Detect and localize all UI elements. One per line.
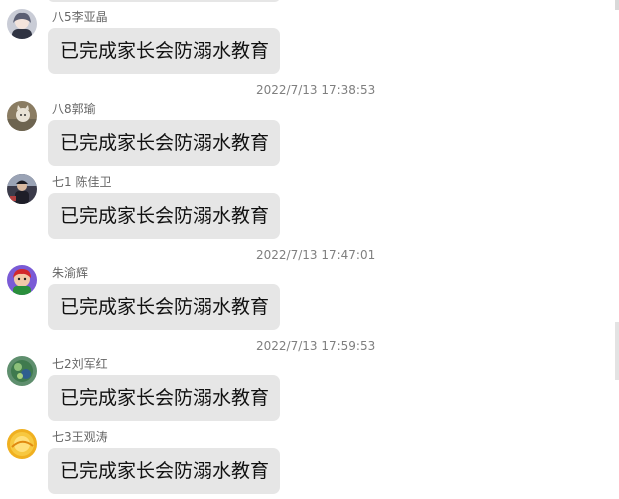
message-text: 已完成家长会防溺水教育 bbox=[60, 387, 270, 409]
message-bubble[interactable]: 已完成家长会防溺水教育 bbox=[48, 193, 280, 239]
timestamp: 2022/7/13 17:47:01 bbox=[256, 248, 376, 262]
landscape-avatar[interactable] bbox=[7, 356, 37, 386]
anime-girl-avatar[interactable] bbox=[7, 9, 37, 39]
sender-name: 七1 陈佳卫 bbox=[52, 175, 112, 189]
timestamp: 2022/7/13 17:38:53 bbox=[256, 83, 376, 97]
message-bubble[interactable]: 已完成家长会防溺水教育 bbox=[48, 375, 280, 421]
sender-name: 朱渝辉 bbox=[52, 266, 89, 280]
message-text: 已完成家长会防溺水教育 bbox=[60, 40, 270, 62]
message-text: 已完成家长会防溺水教育 bbox=[60, 132, 270, 154]
sender-name: 七2刘军红 bbox=[52, 357, 108, 371]
chat-message-list[interactable]: 八5李亚晶 已完成家长会防溺水教育 2022/7/13 17:38:53 八8郭… bbox=[0, 0, 619, 499]
message-text: 已完成家长会防溺水教育 bbox=[60, 460, 270, 482]
sender-name: 八8郭瑜 bbox=[52, 102, 96, 116]
message-text: 已完成家长会防溺水教育 bbox=[60, 296, 270, 318]
scrollbar-thumb[interactable] bbox=[615, 322, 619, 380]
message-bubble[interactable]: 已完成家长会防溺水教育 bbox=[48, 120, 280, 166]
scrollbar-indicator[interactable] bbox=[615, 0, 619, 10]
sender-name: 八5李亚晶 bbox=[52, 10, 108, 24]
cartoon-character-avatar[interactable] bbox=[7, 265, 37, 295]
person-photo-avatar[interactable] bbox=[7, 174, 37, 204]
cat-photo-avatar[interactable] bbox=[7, 101, 37, 131]
message-bubble[interactable]: 已完成家长会防溺水教育 bbox=[48, 448, 280, 494]
message-text: 已完成家长会防溺水教育 bbox=[60, 205, 270, 227]
previous-message-bubble bbox=[48, 0, 280, 2]
message-bubble[interactable]: 已完成家长会防溺水教育 bbox=[48, 28, 280, 74]
message-bubble[interactable]: 已完成家长会防溺水教育 bbox=[48, 284, 280, 330]
timestamp: 2022/7/13 17:59:53 bbox=[256, 339, 376, 353]
sender-name: 七3王观涛 bbox=[52, 430, 108, 444]
orange-abstract-avatar[interactable] bbox=[7, 429, 37, 459]
